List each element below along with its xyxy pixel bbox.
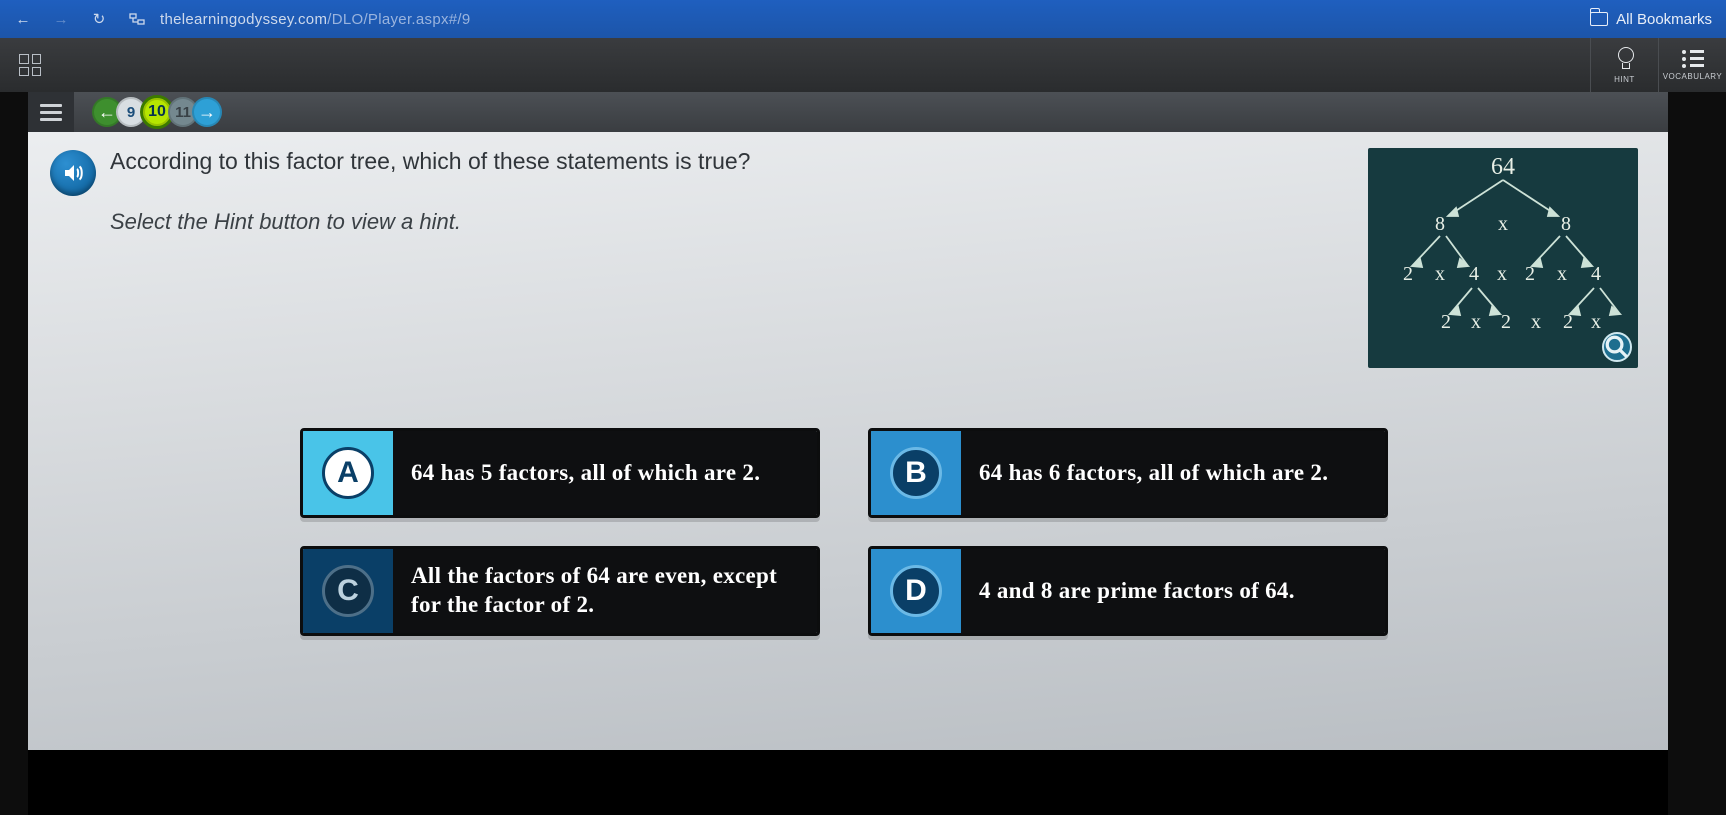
folder-icon	[1590, 12, 1608, 26]
factor-tree-figure: 64 8 x 8 2 x 4 x 2 x 4 2 x	[1368, 148, 1638, 368]
svg-text:4: 4	[1591, 263, 1601, 285]
grid-icon	[19, 54, 41, 76]
answer-d[interactable]: D 4 and 8 are prime factors of 64.	[868, 546, 1388, 636]
svg-text:x: x	[1557, 263, 1567, 285]
zoom-button[interactable]	[1602, 332, 1632, 362]
menu-button[interactable]	[28, 92, 74, 132]
apps-button[interactable]	[0, 54, 60, 76]
answer-b-text: 64 has 6 factors, all of which are 2.	[961, 431, 1385, 515]
lightbulb-icon	[1616, 47, 1634, 71]
reload-icon[interactable]: ↻	[90, 10, 108, 28]
svg-text:2: 2	[1501, 311, 1511, 333]
audio-button[interactable]	[50, 150, 96, 196]
answer-b-letter: B	[890, 447, 942, 499]
answer-c-text: All the factors of 64 are even, except f…	[393, 549, 817, 633]
answer-d-text: 4 and 8 are prime factors of 64.	[961, 549, 1385, 633]
answer-a-text: 64 has 5 factors, all of which are 2.	[393, 431, 817, 515]
svg-text:2: 2	[1403, 263, 1413, 285]
magnify-icon	[1604, 334, 1630, 360]
tree-root: 64	[1491, 154, 1515, 180]
svg-text:x: x	[1435, 263, 1445, 285]
answer-a-letter: A	[322, 447, 374, 499]
answer-d-letter: D	[890, 565, 942, 617]
svg-text:x: x	[1498, 213, 1508, 235]
list-icon	[1682, 50, 1704, 68]
svg-text:x: x	[1471, 311, 1481, 333]
url-path: /DLO/Player.aspx#/9	[327, 11, 470, 28]
svg-text:8: 8	[1561, 213, 1571, 235]
progress-track: ← 9 10 11 →	[74, 92, 1668, 132]
svg-text:x: x	[1591, 311, 1601, 333]
progress-row: ← 9 10 11 →	[28, 92, 1668, 132]
svg-text:2: 2	[1563, 311, 1573, 333]
forward-icon[interactable]: →	[52, 10, 70, 28]
progress-next-arrow[interactable]: →	[192, 97, 222, 127]
lesson-stage: ← 9 10 11 → According to this factor tre…	[28, 92, 1668, 750]
app-toolbar: HINT VOCABULARY	[0, 38, 1726, 92]
hint-tool[interactable]: HINT	[1590, 38, 1658, 92]
site-info-icon[interactable]	[128, 10, 146, 28]
svg-text:x: x	[1531, 311, 1541, 333]
answer-c-letter: C	[322, 565, 374, 617]
svg-text:x: x	[1497, 263, 1507, 285]
answer-a[interactable]: A 64 has 5 factors, all of which are 2.	[300, 428, 820, 518]
url-host: thelearningodyssey.com	[160, 11, 327, 28]
bookmarks-label: All Bookmarks	[1616, 11, 1712, 28]
svg-text:4: 4	[1469, 263, 1479, 285]
question-prompt: According to this factor tree, which of …	[110, 148, 1328, 175]
svg-text:2: 2	[1525, 263, 1535, 285]
vocabulary-tool[interactable]: VOCABULARY	[1658, 38, 1726, 92]
question-hint-text: Select the Hint button to view a hint.	[110, 209, 1328, 235]
answer-c[interactable]: C All the factors of 64 are even, except…	[300, 546, 820, 636]
answer-b[interactable]: B 64 has 6 factors, all of which are 2.	[868, 428, 1388, 518]
vocab-label: VOCABULARY	[1663, 72, 1723, 81]
speaker-icon	[61, 161, 85, 185]
browser-address-bar: ← → ↻ thelearningodyssey.com/DLO/Player.…	[0, 0, 1726, 38]
answer-grid: A 64 has 5 factors, all of which are 2. …	[300, 428, 1388, 636]
svg-text:8: 8	[1435, 213, 1445, 235]
url-text[interactable]: thelearningodyssey.com/DLO/Player.aspx#/…	[160, 11, 1590, 28]
hint-label: HINT	[1614, 75, 1635, 84]
bookmarks-button[interactable]: All Bookmarks	[1590, 11, 1712, 28]
back-icon[interactable]: ←	[14, 10, 32, 28]
svg-text:2: 2	[1441, 311, 1451, 333]
